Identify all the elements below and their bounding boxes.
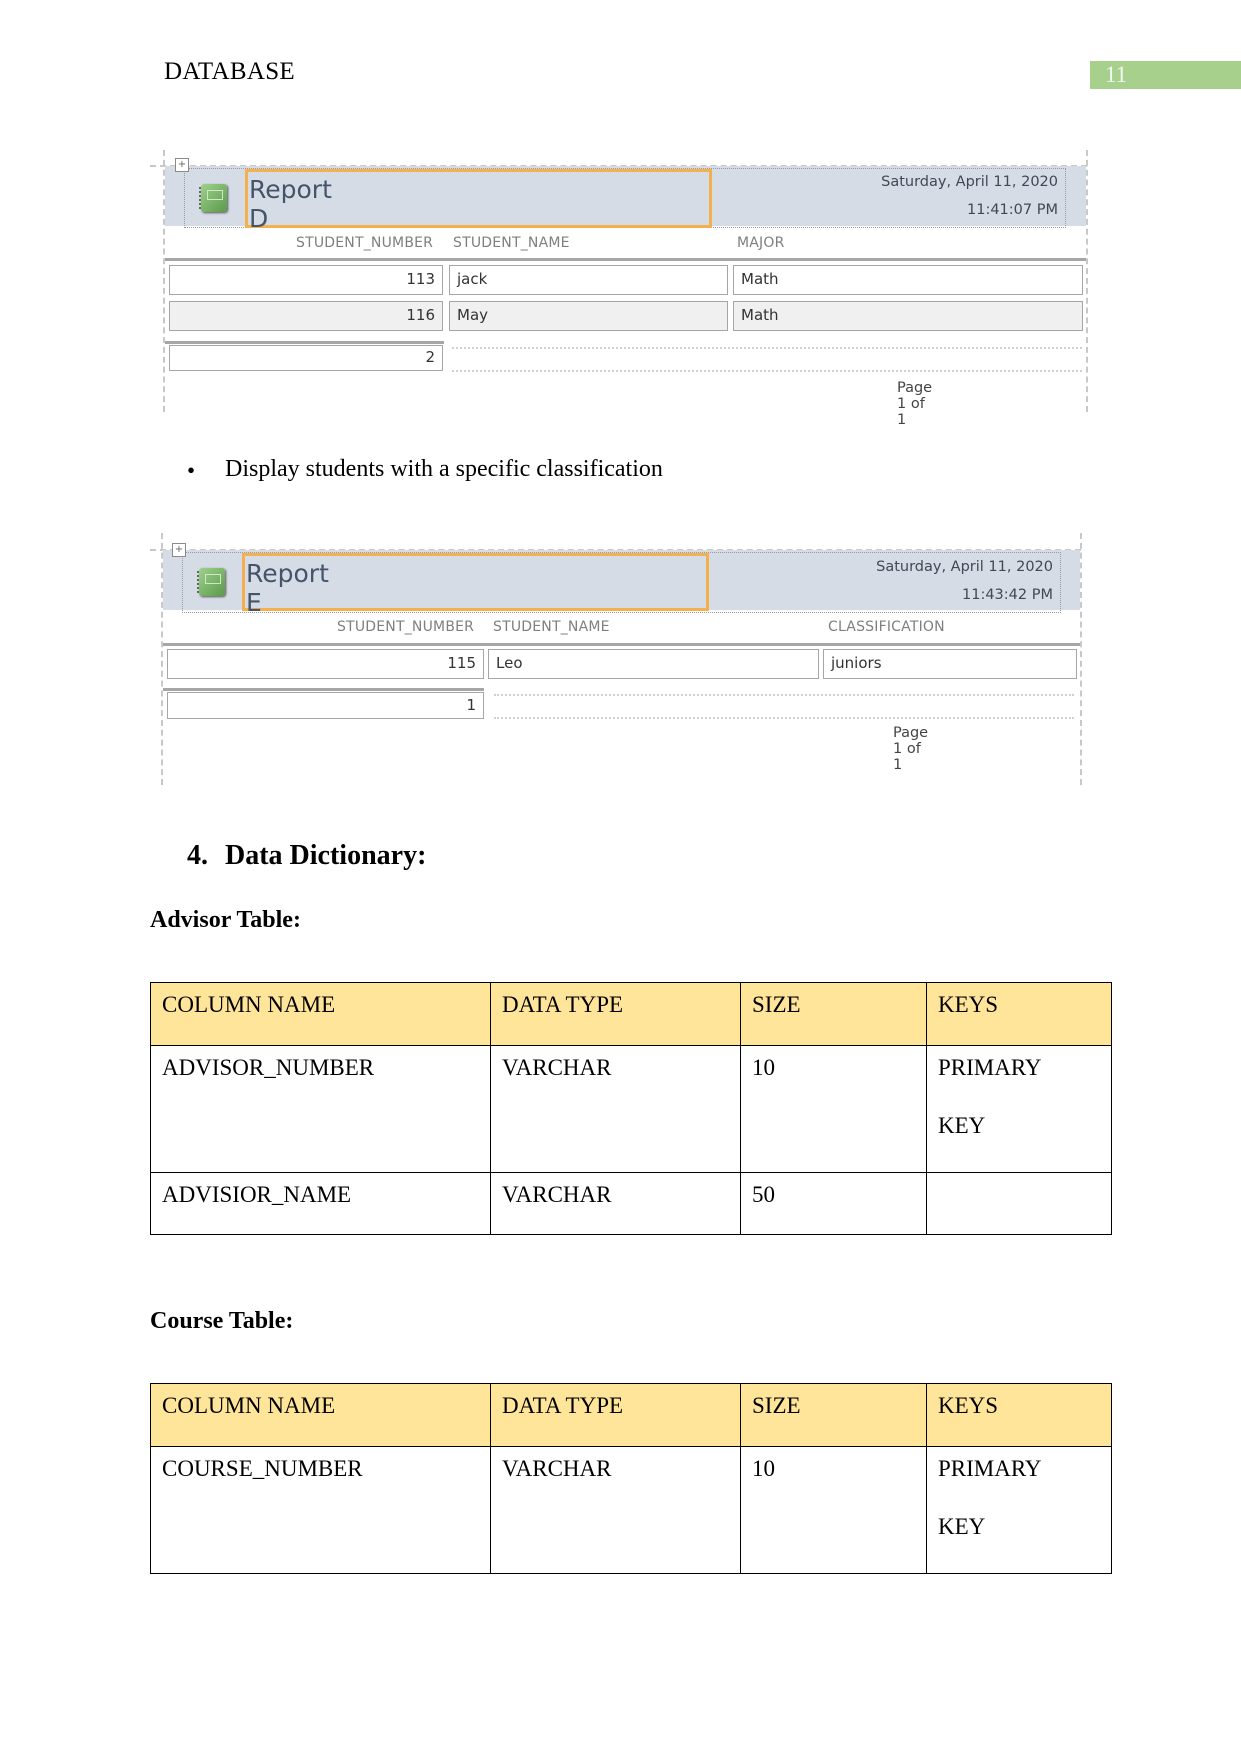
footer-dots: [494, 694, 1074, 696]
report-title: Report E: [246, 559, 329, 617]
cell-major: Math: [733, 301, 1083, 331]
page-number: 11: [1105, 62, 1128, 87]
header-size: SIZE: [740, 1383, 927, 1447]
column-header-major: MAJOR: [737, 235, 785, 251]
keys-line-1: PRIMARY: [938, 1055, 1042, 1080]
column-header-student-name: STUDENT_NAME: [493, 619, 610, 635]
table-header-row: COLUMN NAME DATA TYPE SIZE KEYS: [150, 982, 1112, 1046]
table-header-row: COLUMN NAME DATA TYPE SIZE KEYS: [150, 1383, 1112, 1447]
cell-student-name: jack: [449, 265, 728, 295]
keys-line-1: PRIMARY: [938, 1456, 1042, 1481]
bullet-text: Display students with a specific classif…: [225, 456, 663, 482]
bullet-icon: •: [187, 458, 196, 483]
table-row: ADVISIOR_NAME VARCHAR 50: [150, 1172, 1112, 1235]
cell-major: Math: [733, 265, 1083, 295]
report-title: Report D: [249, 175, 332, 233]
header-column-name: COLUMN NAME: [150, 1383, 491, 1447]
section-number: 4.: [187, 840, 208, 871]
cell-student-number: 115: [167, 649, 484, 679]
keys-line-2: KEY: [938, 1514, 986, 1539]
column-header-student-number: STUDENT_NUMBER: [296, 235, 434, 251]
table-row: COURSE_NUMBER VARCHAR 10 PRIMARY KEY: [150, 1446, 1112, 1574]
running-header-title: DATABASE: [164, 58, 295, 85]
record-count: 2: [169, 345, 443, 371]
page-number-badge: 11: [1090, 61, 1241, 89]
cell-keys: [926, 1172, 1112, 1235]
header-keys: KEYS: [926, 982, 1112, 1046]
cell-student-number: 113: [169, 265, 443, 295]
cell-column-name: COURSE_NUMBER: [150, 1446, 491, 1574]
header-divider: [165, 258, 1086, 261]
report-time: 11:41:07 PM: [967, 202, 1058, 218]
cell-size: 10: [740, 1045, 927, 1173]
move-handle-icon[interactable]: +: [172, 543, 186, 557]
header-size: SIZE: [740, 982, 927, 1046]
total-divider: [163, 688, 484, 691]
header-data-type: DATA TYPE: [490, 1383, 741, 1447]
cell-column-name: ADVISOR_NUMBER: [150, 1045, 491, 1173]
page-of-label: Page 1 of 1: [897, 380, 933, 428]
cell-classification: juniors: [823, 649, 1077, 679]
cell-student-number: 116: [169, 301, 443, 331]
cell-size: 50: [740, 1172, 927, 1235]
column-header-classification: CLASSIFICATION: [828, 619, 945, 635]
advisor-table-label: Advisor Table:: [150, 907, 301, 933]
total-divider: [165, 341, 444, 344]
footer-dots: [452, 370, 1082, 372]
footer-dots: [452, 347, 1082, 349]
footer-dots: [494, 717, 1074, 719]
move-handle-icon[interactable]: +: [175, 158, 189, 172]
cell-student-name: Leo: [488, 649, 819, 679]
header-divider: [163, 643, 1080, 646]
record-count: 1: [167, 692, 484, 719]
report-date: Saturday, April 11, 2020: [876, 559, 1053, 575]
report-date: Saturday, April 11, 2020: [881, 174, 1058, 190]
cell-data-type: VARCHAR: [490, 1172, 741, 1235]
course-table-label: Course Table:: [150, 1308, 294, 1334]
cell-size: 10: [740, 1446, 927, 1574]
report-book-icon: [199, 184, 227, 212]
section-title: Data Dictionary:: [225, 840, 427, 871]
keys-line-2: KEY: [938, 1113, 986, 1138]
report-frame-right: [1086, 150, 1088, 412]
cell-student-name: May: [449, 301, 728, 331]
header-keys: KEYS: [926, 1383, 1112, 1447]
header-data-type: DATA TYPE: [490, 982, 741, 1046]
cell-keys: PRIMARY KEY: [926, 1045, 1112, 1173]
column-header-student-name: STUDENT_NAME: [453, 235, 570, 251]
table-row: ADVISOR_NUMBER VARCHAR 10 PRIMARY KEY: [150, 1045, 1112, 1173]
column-header-student-number: STUDENT_NUMBER: [337, 619, 475, 635]
cell-data-type: VARCHAR: [490, 1045, 741, 1173]
header-column-name: COLUMN NAME: [150, 982, 491, 1046]
advisor-table: COLUMN NAME DATA TYPE SIZE KEYS ADVISOR_…: [150, 982, 1112, 1235]
report-time: 11:43:42 PM: [962, 587, 1053, 603]
course-table: COLUMN NAME DATA TYPE SIZE KEYS COURSE_N…: [150, 1383, 1112, 1574]
cell-data-type: VARCHAR: [490, 1446, 741, 1574]
cell-keys: PRIMARY KEY: [926, 1446, 1112, 1574]
report-frame-right: [1080, 533, 1082, 785]
cell-column-name: ADVISIOR_NAME: [150, 1172, 491, 1235]
page-of-label: Page 1 of 1: [893, 725, 929, 773]
report-book-icon: [197, 568, 225, 596]
